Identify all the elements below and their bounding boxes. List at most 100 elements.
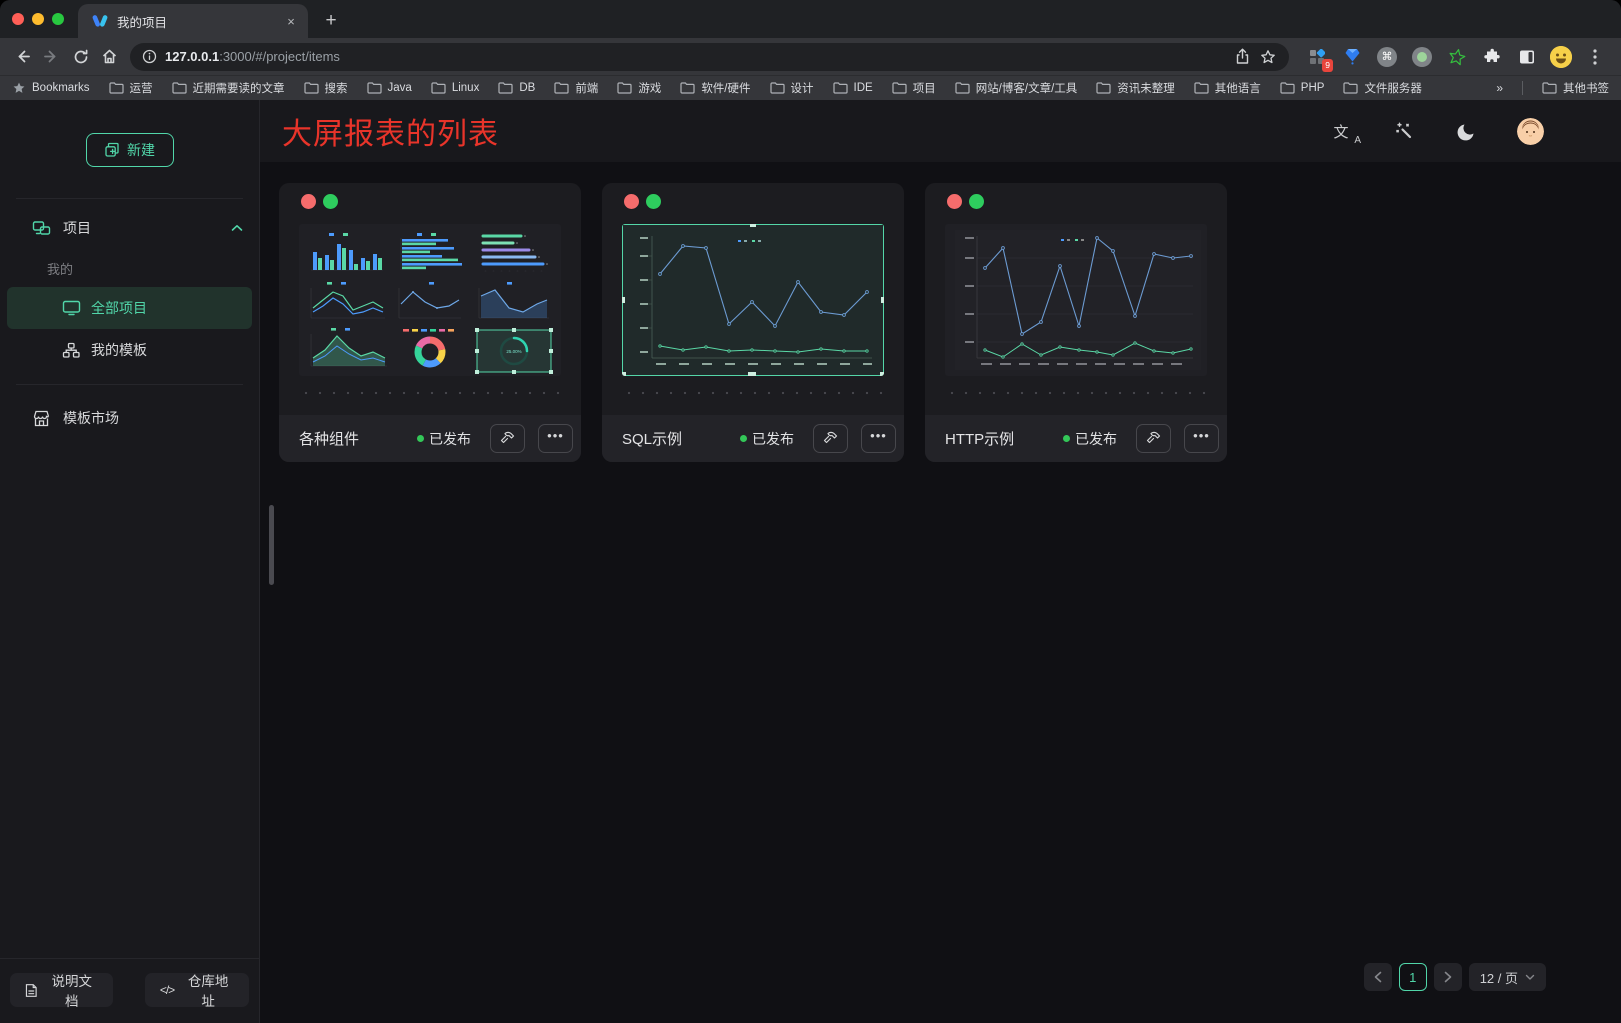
bookmark-folder[interactable]: Java xyxy=(367,82,412,94)
folder-icon xyxy=(680,82,695,94)
browser-tab[interactable]: 我的项目 × xyxy=(78,4,308,38)
folder-icon xyxy=(892,82,907,94)
site-favicon xyxy=(92,14,108,29)
edit-project-button[interactable] xyxy=(813,424,848,453)
docs-button[interactable]: 说明文档 xyxy=(10,973,113,1007)
bookmark-folder[interactable]: 项目 xyxy=(892,80,936,96)
bookmark-folder[interactable]: 网站/博客/文章/工具 xyxy=(955,80,1078,96)
folder-icon xyxy=(1096,82,1111,94)
bookmark-folder[interactable]: 资讯未整理 xyxy=(1096,80,1175,96)
market-icon xyxy=(32,410,51,427)
bookmark-folder[interactable]: PHP xyxy=(1280,82,1325,94)
card-dotted-divider xyxy=(945,391,1207,395)
edit-project-button[interactable] xyxy=(490,424,525,453)
sidebar-toggle-icon[interactable] xyxy=(1515,45,1539,69)
bookmark-folder[interactable]: 其他语言 xyxy=(1194,80,1261,96)
forward-icon[interactable] xyxy=(37,42,66,71)
bookmarks-overflow-chevron[interactable]: » xyxy=(1496,81,1503,95)
address-bar[interactable]: 127.0.0.1:3000/#/project/items xyxy=(130,43,1289,71)
hammer-icon xyxy=(1146,431,1161,446)
next-page-button[interactable] xyxy=(1434,963,1462,991)
page-title: 大屏报表的列表 xyxy=(282,109,499,153)
bookmark-folder[interactable]: DB xyxy=(498,82,535,94)
bookmark-folder[interactable]: IDE xyxy=(833,82,873,94)
project-thumbnail[interactable]: 25.00% xyxy=(299,224,561,376)
new-project-button[interactable]: 新建 xyxy=(86,133,174,167)
gauge-value: 25.00% xyxy=(506,349,521,354)
bookmark-star-icon[interactable] xyxy=(1255,44,1281,70)
more-actions-button[interactable]: ••• xyxy=(538,424,573,453)
folder-icon xyxy=(833,82,848,94)
bookmark-folder[interactable]: 搜索 xyxy=(304,80,348,96)
bookmark-folder-list: 运营 近期需要读的文章 搜索 Java Linux DB 前端 xyxy=(109,80,1422,96)
project-card[interactable]: HTTP示例 已发布 ••• xyxy=(925,183,1227,462)
bookmark-folder[interactable]: 软件/硬件 xyxy=(680,80,750,96)
magic-wand-icon[interactable] xyxy=(1391,118,1417,144)
ellipsis-icon: ••• xyxy=(1193,436,1210,442)
sidebar-item-template-market[interactable]: 模板市场 xyxy=(0,397,259,439)
status-dot xyxy=(417,435,424,442)
tab-strip: 我的项目 × + xyxy=(0,0,1621,38)
new-tab-button[interactable]: + xyxy=(316,6,346,36)
other-bookmarks-folder[interactable]: 其他书签 xyxy=(1542,80,1609,96)
reload-icon[interactable] xyxy=(66,42,95,71)
language-toggle-icon[interactable]: 文A xyxy=(1328,118,1354,144)
window-controls xyxy=(0,0,78,38)
folder-icon xyxy=(109,82,124,94)
prev-page-button[interactable] xyxy=(1364,963,1392,991)
user-avatar[interactable] xyxy=(1517,118,1544,145)
extensions-puzzle-icon[interactable] xyxy=(1480,45,1504,69)
extension-gem-icon[interactable] xyxy=(1340,45,1364,69)
more-actions-button[interactable]: ••• xyxy=(1184,424,1219,453)
extension-command-icon[interactable]: ⌘ xyxy=(1375,45,1399,69)
folder-icon xyxy=(498,82,513,94)
templates-icon xyxy=(62,342,81,359)
browser-menu-icon[interactable] xyxy=(1583,45,1607,69)
extension-grid-icon[interactable]: 9 xyxy=(1305,45,1329,69)
project-card[interactable]: 25.00% 各种组件 已发布 ••• xyxy=(279,183,581,462)
card-dotted-divider xyxy=(622,391,884,395)
extension-recorder-icon[interactable] xyxy=(1410,45,1434,69)
extension-star-icon[interactable] xyxy=(1445,45,1469,69)
sidebar: 新建 项目 我的 全部项目 我的模板 模板市场 xyxy=(0,100,260,1023)
project-thumbnail[interactable] xyxy=(945,224,1207,376)
chevron-right-icon xyxy=(1444,971,1452,983)
minimize-window-button[interactable] xyxy=(32,13,44,25)
card-footer: SQL示例 已发布 ••• xyxy=(602,415,904,462)
star-icon xyxy=(12,81,26,95)
sidebar-group-project[interactable]: 项目 xyxy=(0,207,259,249)
bookmark-folder[interactable]: Linux xyxy=(431,82,480,94)
page-size-select[interactable]: 12 / 页 xyxy=(1469,963,1546,991)
bookmark-folder[interactable]: 近期需要读的文章 xyxy=(172,80,285,96)
chevron-up-icon[interactable] xyxy=(231,224,243,232)
sidebar-item-my-templates[interactable]: 我的模板 xyxy=(7,329,252,371)
document-icon xyxy=(25,983,38,998)
bookmark-folder[interactable]: 前端 xyxy=(554,80,598,96)
edit-project-button[interactable] xyxy=(1136,424,1171,453)
bookmark-folder[interactable]: 设计 xyxy=(770,80,814,96)
share-icon[interactable] xyxy=(1229,44,1255,70)
bookmark-folder[interactable]: 游戏 xyxy=(617,80,661,96)
bookmark-folder[interactable]: 文件服务器 xyxy=(1343,80,1422,96)
repo-button[interactable]: </> 仓库地址 xyxy=(145,973,249,1007)
profile-avatar-icon[interactable] xyxy=(1550,46,1572,68)
site-info-icon[interactable] xyxy=(142,49,157,64)
project-thumbnail[interactable] xyxy=(622,224,884,376)
folder-icon xyxy=(1280,82,1295,94)
close-window-button[interactable] xyxy=(12,13,24,25)
zoom-window-button[interactable] xyxy=(52,13,64,25)
bookmarks-bar: Bookmarks 运营 近期需要读的文章 搜索 Java Linux DB xyxy=(0,75,1621,100)
project-card[interactable]: SQL示例 已发布 ••• xyxy=(602,183,904,462)
page-number-button[interactable]: 1 xyxy=(1399,963,1427,991)
page-header: 大屏报表的列表 文A xyxy=(260,100,1621,162)
chevron-left-icon xyxy=(1374,971,1382,983)
tab-close-icon[interactable]: × xyxy=(282,12,300,30)
more-actions-button[interactable]: ••• xyxy=(861,424,896,453)
back-icon[interactable] xyxy=(8,42,37,71)
dark-mode-moon-icon[interactable] xyxy=(1454,118,1480,144)
home-icon[interactable] xyxy=(95,42,124,71)
bookmark-folder[interactable]: 运营 xyxy=(109,80,153,96)
bookmarks-manager-item[interactable]: Bookmarks xyxy=(12,81,90,95)
scrollbar-thumb[interactable] xyxy=(269,505,274,585)
sidebar-item-all-projects[interactable]: 全部项目 xyxy=(7,287,252,329)
